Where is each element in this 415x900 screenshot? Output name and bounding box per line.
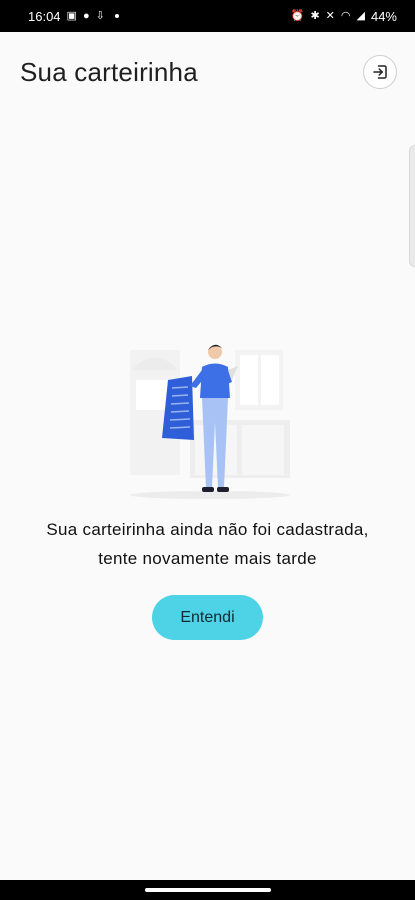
battery-level: 44% <box>370 8 397 24</box>
status-right: ⏰ ✱ ✕ ◠ ◢ 44% <box>291 9 397 24</box>
confirm-button[interactable]: Entendi <box>152 595 263 640</box>
status-left: 16:04 ▣ ● ⇩ <box>28 9 119 24</box>
mute-icon: ✕ <box>325 9 335 22</box>
illus-pane-b <box>261 355 279 405</box>
illus-floor-shadow <box>130 491 290 499</box>
signal-icon: ◢ <box>356 9 365 22</box>
illus-cabinet-door-b <box>242 425 284 475</box>
status-time: 16:04 <box>28 8 61 24</box>
logout-button[interactable] <box>363 55 397 89</box>
page-title: Sua carteirinha <box>20 56 198 87</box>
edge-panel-handle[interactable] <box>409 145 415 267</box>
download-icon: ⇩ <box>95 9 105 22</box>
app-header: Sua carteirinha <box>0 32 415 112</box>
illus-shoe-right <box>217 487 229 492</box>
gallery-icon: ▣ <box>66 9 77 22</box>
alarm-icon: ⏰ <box>290 9 305 22</box>
empty-state-message: Sua carteirinha ainda não foi cadastrada… <box>0 515 415 573</box>
illus-pane-a <box>240 355 258 405</box>
illus-head <box>208 345 222 359</box>
empty-state-illustration <box>130 344 290 499</box>
status-bar: 16:04 ▣ ● ⇩ ⏰ ✱ ✕ ◠ ◢ 44% <box>0 0 415 32</box>
empty-state-line-1: Sua carteirinha ainda não foi cadastrada… <box>46 520 369 539</box>
messenger-icon: ● <box>82 9 90 22</box>
navigation-bar <box>0 880 415 900</box>
dot-icon <box>114 14 119 18</box>
logout-icon <box>373 65 387 79</box>
home-indicator[interactable] <box>144 888 271 892</box>
empty-state-line-2: tente novamente mais tarde <box>98 549 317 568</box>
illus-shoe-left <box>202 487 214 492</box>
wifi-icon: ◠ <box>340 9 351 22</box>
bluetooth-icon: ✱ <box>310 9 320 22</box>
